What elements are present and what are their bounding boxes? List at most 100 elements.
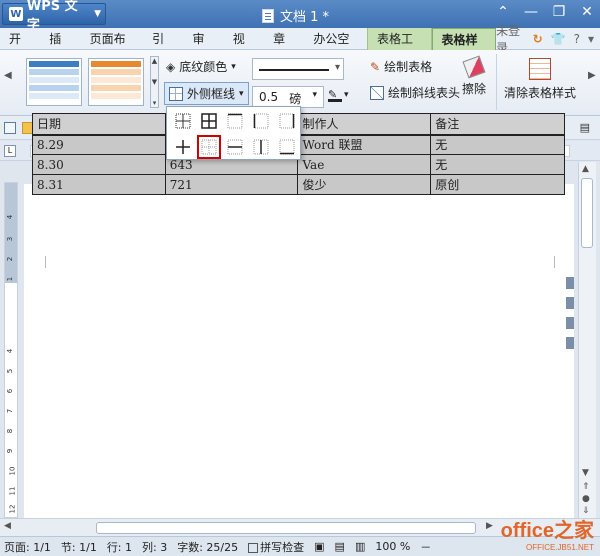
zoom-level[interactable]: 100 % [375,540,410,553]
watermark-main: office之家 [500,520,594,542]
scroll-right-icon[interactable]: ▶ [486,521,493,531]
minimize-icon[interactable]: — [522,4,540,20]
checkbox-icon [248,542,259,553]
menu-item-view[interactable]: 视图 [224,28,264,68]
menu-item-office-space[interactable]: 办公空间 [304,28,367,68]
table-cell[interactable]: 原创 [430,174,565,195]
clear-table-style-button[interactable]: 清除表格样式 [504,58,576,101]
draw-diagonal-header-button[interactable]: 绘制斜线表头 [370,84,460,101]
pen-color-icon: ✎ [328,88,342,102]
menu-item-page-layout[interactable]: 页面布局 [81,28,144,68]
vertical-scrollbar[interactable]: ▲ ▼ ⇑ ● ⇓ [578,162,596,518]
shirt-icon[interactable]: 👕 [551,32,566,46]
scroll-down-icon[interactable]: ▼ [582,468,589,478]
page-view-icon[interactable]: ▣ [314,540,324,553]
border-grid-icon [169,86,183,101]
up-arrow-icon[interactable]: ▲ [152,57,157,65]
table-header-cell[interactable]: 日期 [32,113,166,136]
watermark-sub: OFFICE.JB51.NET [525,543,594,552]
vruler-number: 4 [6,348,15,354]
restore-icon[interactable]: ❐ [550,4,568,20]
bottom-border-icon[interactable] [279,139,295,155]
vruler-number: 12 [8,504,17,514]
inside-borders-icon[interactable] [175,139,191,155]
new-document-icon[interactable] [4,121,16,134]
previous-page-icon[interactable]: ⇑ [582,482,590,492]
wps-app-menu-button[interactable]: W WPS 文字 ▼ [2,0,106,33]
tab-list-icon[interactable]: ▤ [580,121,590,134]
select-browse-object-icon[interactable]: ● [582,494,590,504]
inside-vertical-border-icon[interactable] [253,139,269,155]
table-style-preset-blue[interactable] [26,58,82,106]
table-cell[interactable]: Word 联盟 [297,134,432,155]
chevron-down-icon: ▾ [231,61,236,72]
table-cell[interactable]: Vae [297,154,432,175]
margin-corner-mark [554,256,566,268]
table-style-preset-orange[interactable] [88,58,144,106]
document-page[interactable] [24,184,574,524]
outer-border-button[interactable]: 外侧框线 ▾ [164,82,249,105]
more-icon[interactable]: ▾ [153,99,157,107]
full-grid-icon[interactable] [201,113,217,129]
zoom-out-icon[interactable]: － [420,539,431,555]
inside-horizontal-border-icon[interactable] [227,139,243,155]
erase-button[interactable]: 擦除 [462,55,486,97]
line-weight-unit: 磅 [289,92,302,106]
chevron-down-icon[interactable]: ▾ [588,32,594,46]
margin-corner-mark [34,256,46,268]
row-end-marker [566,317,574,329]
document-title-area: 文档 1 * [262,6,329,25]
line-style-select[interactable] [252,58,344,80]
shading-color-button[interactable]: ◈ 底纹颜色 ▾ [166,58,236,75]
down-arrow-icon[interactable]: ▼ [152,78,157,86]
help-icon[interactable]: ? [574,32,580,46]
table-cell[interactable]: 8.30 [32,154,166,175]
scroll-right-icon[interactable]: ▶ [588,70,596,81]
web-view-icon[interactable]: ▥ [355,540,365,553]
table-header-cell[interactable]: 制作人 [297,113,432,136]
table-cell[interactable]: 8.29 [32,134,166,155]
scroll-left-icon[interactable]: ◀ [4,70,12,81]
menu-item-chapter[interactable]: 章节 [264,28,304,68]
row-end-marker [566,297,574,309]
scroll-left-icon[interactable]: ◀ [4,521,11,531]
scroll-up-icon[interactable]: ▲ [582,164,589,174]
document-title: 文档 1 * [280,10,330,25]
vruler-number: 10 [8,466,17,476]
table-header-cell[interactable]: 备注 [430,113,565,136]
pen-color-button[interactable]: ✎ ▾ [328,88,349,102]
status-words[interactable]: 字数: 25/25 [177,539,238,555]
line-weight-select[interactable]: 0.5 磅 ▾ [252,86,324,108]
row-end-marker [566,337,574,349]
no-border-icon[interactable] [197,135,221,159]
menu-item-review[interactable]: 审阅 [183,28,223,68]
top-border-icon[interactable] [227,113,243,129]
shading-color-label: 底纹颜色 [179,60,228,74]
table-cell[interactable]: 8.31 [32,174,166,195]
menu-item-table-style[interactable]: 表格样式 [431,27,497,69]
menu-item-references[interactable]: 引用 [143,28,183,68]
window-controls: ⌃ — ❐ ✕ [494,4,596,20]
right-border-icon[interactable] [279,113,295,129]
draw-table-label: 绘制表格 [384,60,433,74]
up-arrow-icon[interactable]: ⌃ [494,4,512,20]
close-icon[interactable]: ✕ [578,4,596,20]
spell-check-toggle[interactable]: 拼写检查 [248,539,304,555]
status-column: 列: 3 [142,540,168,554]
menu-item-table-tools[interactable]: 表格工具 [366,27,432,68]
all-borders-icon[interactable] [175,113,191,129]
outline-view-icon[interactable]: ▤ [335,540,345,553]
sync-icon[interactable]: ↻ [533,32,543,46]
horizontal-scroll-thumb[interactable] [96,522,476,534]
style-gallery-scroll[interactable]: ▲ ▼ ▾ [150,56,159,108]
draw-table-button[interactable]: ✎ 绘制表格 [370,58,432,75]
table-cell[interactable]: 721 [164,174,299,195]
table-cell[interactable]: 无 [430,154,565,175]
vertical-scroll-thumb[interactable] [581,178,593,248]
menu-item-insert[interactable]: 插入 [40,28,80,68]
table-cell[interactable]: 无 [430,134,565,155]
tab-stop-icon[interactable]: L [4,145,16,157]
table-cell[interactable]: 俊少 [297,174,432,195]
menu-item-start[interactable]: 开始 [0,28,40,68]
left-border-icon[interactable] [253,113,269,129]
